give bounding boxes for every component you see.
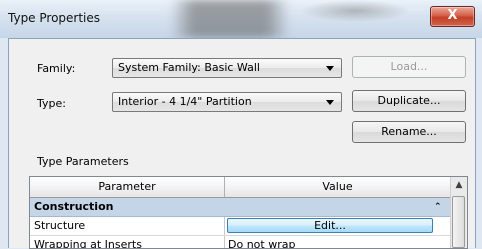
group-label: Construction: [34, 200, 114, 213]
close-button[interactable]: X: [430, 6, 475, 27]
load-button[interactable]: Load...: [352, 56, 466, 78]
type-dropdown-value: Interior - 4 1/4" Partition: [118, 95, 252, 108]
rename-button[interactable]: Rename...: [352, 121, 466, 143]
family-label: Family:: [37, 62, 76, 75]
column-header-value[interactable]: Value: [225, 177, 450, 197]
scroll-up-icon[interactable]: ▲: [451, 177, 467, 194]
scroll-thumb[interactable]: [452, 196, 465, 248]
dropdown-arrow-icon: [326, 66, 334, 71]
column-header-parameter[interactable]: Parameter: [30, 177, 224, 197]
title-bar-backdrop: [170, 0, 290, 38]
type-label: Type:: [37, 97, 66, 110]
parameter-name: Wrapping at Inserts: [34, 238, 142, 249]
title-bar-backdrop-2: [300, 0, 410, 22]
title-bar: Type Properties X: [0, 0, 482, 38]
edit-structure-button[interactable]: Edit...: [227, 218, 433, 233]
type-dropdown[interactable]: Interior - 4 1/4" Partition: [112, 92, 342, 112]
vertical-scrollbar[interactable]: ▲: [450, 177, 467, 248]
type-parameters-heading: Type Parameters: [37, 155, 129, 168]
parameters-grid: Parameter Value Construction ⌃ Structure…: [29, 176, 468, 249]
grid-header: Parameter Value: [30, 177, 450, 198]
dropdown-arrow-icon: [326, 100, 334, 105]
cell-divider: [224, 217, 225, 235]
close-icon: X: [447, 8, 458, 23]
family-dropdown[interactable]: System Family: Basic Wall: [112, 58, 342, 78]
duplicate-button[interactable]: Duplicate...: [352, 90, 466, 112]
family-dropdown-value: System Family: Basic Wall: [118, 61, 260, 74]
collapse-icon[interactable]: ⌃: [434, 198, 442, 216]
window-title: Type Properties: [8, 11, 101, 25]
table-row[interactable]: Structure Edit...: [30, 217, 450, 236]
cell-divider: [224, 236, 225, 248]
parameter-name: Structure: [34, 219, 86, 232]
parameter-value[interactable]: Do not wrap: [228, 236, 295, 248]
table-row[interactable]: Wrapping at Inserts Do not wrap: [30, 236, 450, 249]
group-row-construction[interactable]: Construction ⌃: [30, 198, 450, 217]
